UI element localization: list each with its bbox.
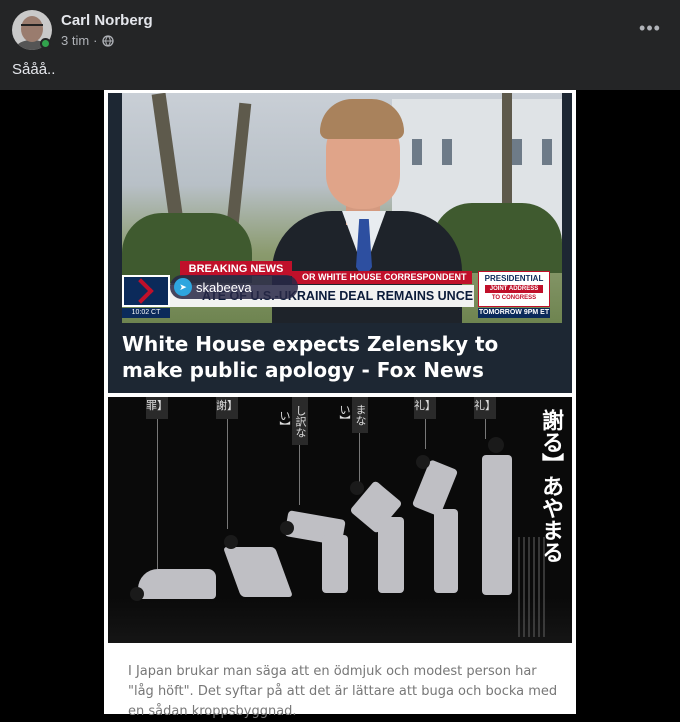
bowing-figure <box>138 569 216 599</box>
presidential-address-badge: PRESIDENTIAL JOINT ADDRESS TO CONGRESS <box>478 271 550 307</box>
post-header: Carl Norberg 3 tim · ••• Sååå.. <box>0 0 680 90</box>
post-text: Sååå.. <box>12 61 56 78</box>
bowing-illustration: 罪】 謝】 し訳ない】 まない】 礼】 礼】 謝る】あやまる <box>108 397 572 643</box>
bow-label: 礼】 <box>414 397 436 419</box>
network-logo-icon <box>122 275 170 307</box>
telegram-watermark: ➤ skabeeva <box>170 275 298 299</box>
post-image[interactable]: ⋮ BREAKING NEWS OR WHITE HOUSE CORRESPON… <box>104 90 576 719</box>
bow-label: 罪】 <box>146 397 168 419</box>
tomorrow-label: TOMORROW 9PM ET <box>478 308 550 318</box>
breaking-news-label: BREAKING NEWS <box>180 261 292 276</box>
globe-icon[interactable] <box>101 34 114 47</box>
telegram-icon: ➤ <box>174 278 192 296</box>
correspondent-label: OR WHITE HOUSE CORRESPONDENT <box>292 271 472 284</box>
bow-label: し訳ない】 <box>278 397 308 445</box>
meta-separator: · <box>93 33 98 48</box>
bowing-figure <box>222 547 294 597</box>
article-text: I Japan brukar man säga att en ödmjuk oc… <box>128 664 558 719</box>
ellipsis-icon[interactable]: ••• <box>636 14 664 42</box>
news-screenshot: ⋮ BREAKING NEWS OR WHITE HOUSE CORRESPON… <box>108 93 572 393</box>
bow-label: まない】 <box>338 397 368 433</box>
author-name[interactable]: Carl Norberg <box>61 12 153 29</box>
post-time[interactable]: 3 tim <box>61 33 89 48</box>
online-status-dot <box>40 38 51 49</box>
bow-label: 謝】 <box>216 397 238 419</box>
news-chyron: BREAKING NEWS OR WHITE HOUSE CORRESPONDE… <box>122 261 562 323</box>
bow-label: 礼】 <box>474 397 496 419</box>
chyron-time: 10:02 CT <box>122 308 170 318</box>
watermark-text: skabeeva <box>196 279 252 295</box>
bowing-figure <box>482 455 512 595</box>
news-caption: White House expects Zelensky to make pub… <box>122 332 499 382</box>
post-meta: 3 tim · <box>61 33 114 48</box>
